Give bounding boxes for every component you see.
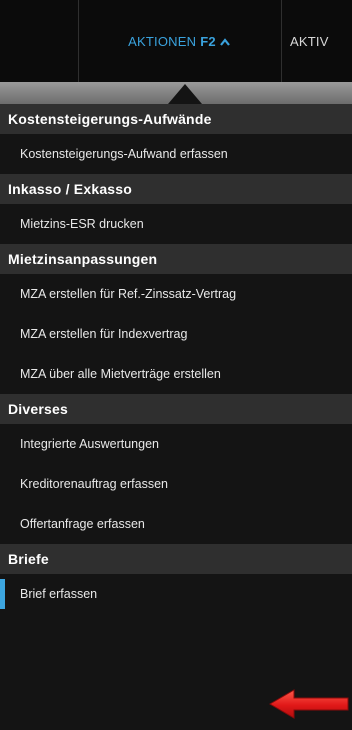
menu-item-mietzins-esr-drucken[interactable]: Mietzins-ESR drucken <box>0 204 352 244</box>
actions-dropdown-menu: Kostensteigerungs-Aufwände Kostensteiger… <box>0 104 352 614</box>
menu-item-kostensteigerungs-aufwand-erfassen[interactable]: Kostensteigerungs-Aufwand erfassen <box>0 134 352 174</box>
tab-aktionen[interactable]: AKTIONEN F2 <box>78 0 280 82</box>
dropdown-pointer <box>168 84 202 104</box>
menu-item-kreditorenauftrag-erfassen[interactable]: Kreditorenauftrag erfassen <box>0 464 352 504</box>
tab-aktionen-label: AKTIONEN <box>128 33 197 49</box>
menu-item-integrierte-auswertungen[interactable]: Integrierte Auswertungen <box>0 424 352 464</box>
section-header-inkasso: Inkasso / Exkasso <box>0 174 352 204</box>
tab-aktiv-label: AKTIV <box>290 33 329 49</box>
menu-item-mza-alle-mietvertraege[interactable]: MZA über alle Mietverträge erstellen <box>0 354 352 394</box>
menu-item-mza-indexvertrag[interactable]: MZA erstellen für Indexvertrag <box>0 314 352 354</box>
menu-item-mza-ref-zinssatz[interactable]: MZA erstellen für Ref.-Zinssatz-Vertrag <box>0 274 352 314</box>
tab-aktionen-hotkey: F2 <box>200 33 216 49</box>
section-header-kostensteigerung: Kostensteigerungs-Aufwände <box>0 104 352 134</box>
section-header-diverses: Diverses <box>0 394 352 424</box>
top-nav-bar: AKTIONEN F2 AKTIV <box>0 0 352 83</box>
menu-item-brief-erfassen[interactable]: Brief erfassen <box>0 574 352 614</box>
menu-item-offertanfrage-erfassen[interactable]: Offertanfrage erfassen <box>0 504 352 544</box>
chevron-up-icon <box>219 34 230 49</box>
section-header-mietzinsanpassungen: Mietzinsanpassungen <box>0 244 352 274</box>
tab-aktiv[interactable]: AKTIV <box>282 0 352 82</box>
section-header-briefe: Briefe <box>0 544 352 574</box>
red-arrow-icon <box>268 688 350 720</box>
